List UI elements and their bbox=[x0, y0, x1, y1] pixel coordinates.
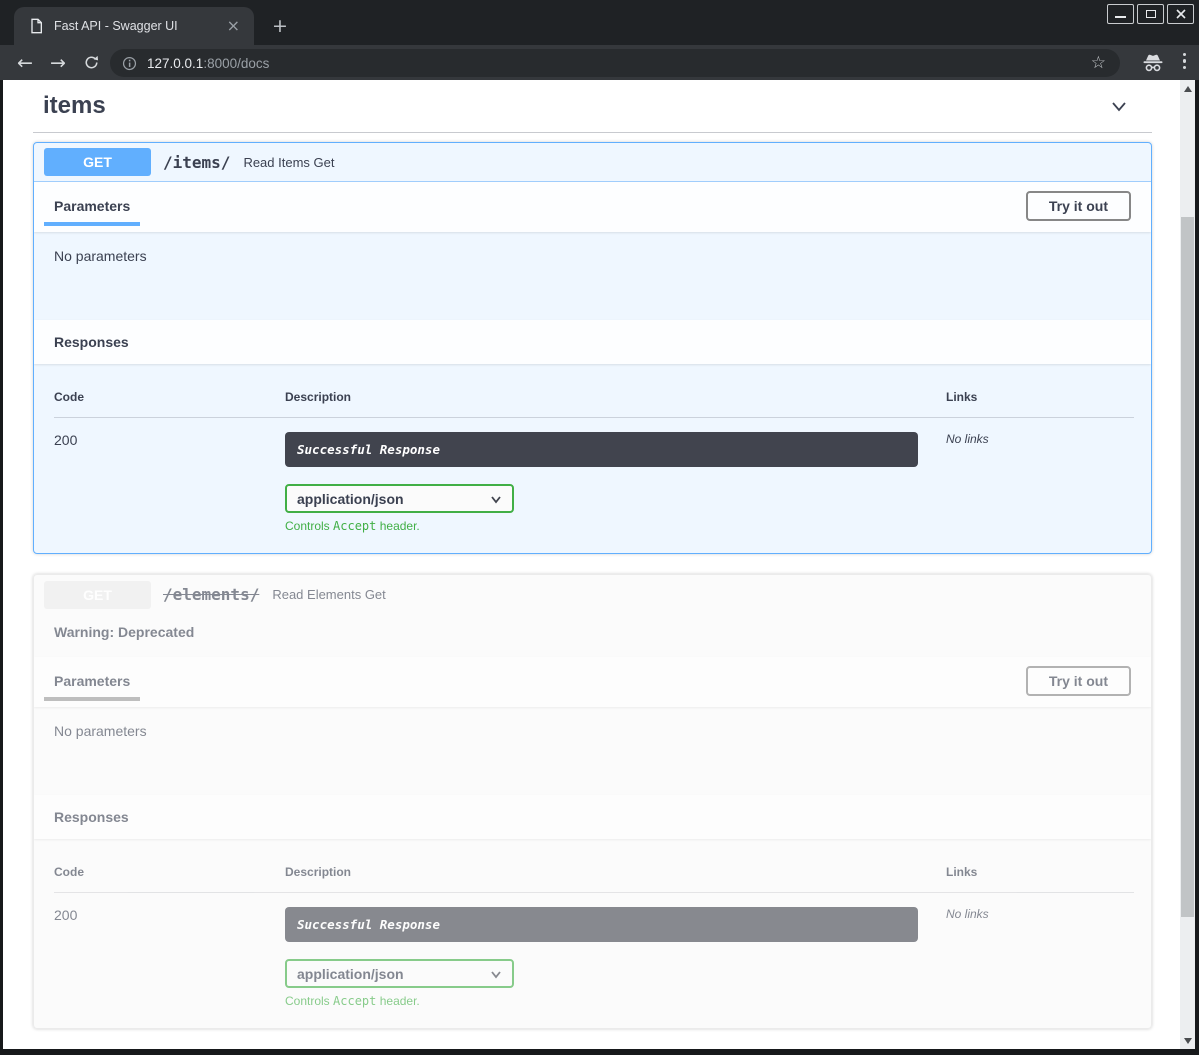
media-type-select[interactable]: application/json bbox=[285, 959, 514, 988]
endpoint-summary: Read Items Get bbox=[243, 155, 334, 170]
parameters-header: Parameters Try it out bbox=[34, 182, 1151, 232]
parameters-body: No parameters bbox=[34, 232, 1151, 320]
response-row: 200 Successful Response application/json… bbox=[54, 893, 1134, 1008]
response-links: No links bbox=[946, 432, 1134, 533]
opblock-get-elements-deprecated: GET /elements/ Read Elements Get Warning… bbox=[33, 574, 1152, 1029]
forward-button[interactable]: → bbox=[45, 45, 71, 80]
browser-menu-button[interactable] bbox=[1179, 53, 1190, 69]
page-favicon-icon bbox=[28, 18, 44, 34]
url-text: 127.0.0.1:8000/docs bbox=[147, 56, 1089, 71]
description-column-header: Description bbox=[285, 390, 946, 404]
response-description-cell: Successful Response application/json Con… bbox=[285, 907, 946, 1008]
reload-button[interactable] bbox=[78, 45, 104, 80]
accept-header-note: Controls Accept header. bbox=[285, 519, 946, 533]
back-button[interactable]: ← bbox=[12, 45, 38, 80]
window-maximize-button[interactable] bbox=[1137, 4, 1164, 24]
endpoint-path: /items/ bbox=[163, 153, 230, 172]
responses-table-header: Code Description Links bbox=[54, 865, 1134, 893]
responses-header: Responses bbox=[34, 795, 1151, 839]
deprecated-warning: Warning: Deprecated bbox=[34, 614, 1151, 657]
responses-body: Code Description Links 200 Successful Re… bbox=[34, 364, 1151, 553]
links-column-header: Links bbox=[946, 865, 1134, 879]
code-column-header: Code bbox=[54, 865, 285, 879]
description-column-header: Description bbox=[285, 865, 946, 879]
try-it-out-button[interactable]: Try it out bbox=[1026, 666, 1131, 696]
url-path: :8000/docs bbox=[203, 56, 269, 71]
endpoint-path: /elements/ bbox=[163, 585, 259, 604]
response-code: 200 bbox=[54, 907, 285, 1008]
opblock-get-items: GET /items/ Read Items Get Parameters Tr… bbox=[33, 142, 1152, 554]
scrollbar-down-arrow[interactable] bbox=[1180, 1033, 1195, 1048]
api-section-header[interactable]: items bbox=[33, 88, 1152, 133]
method-badge: GET bbox=[44, 581, 151, 609]
media-type-select[interactable]: application/json bbox=[285, 484, 514, 513]
response-description-cell: Successful Response application/json Con… bbox=[285, 432, 946, 533]
bookmark-star-icon[interactable]: ☆ bbox=[1089, 53, 1108, 73]
parameters-tab[interactable]: Parameters bbox=[44, 673, 140, 701]
browser-tab[interactable]: Fast API - Swagger UI × bbox=[14, 7, 254, 45]
minimize-icon bbox=[1115, 16, 1126, 18]
tab-title: Fast API - Swagger UI bbox=[54, 19, 223, 33]
scrollbar-up-arrow[interactable] bbox=[1180, 81, 1195, 96]
window-minimize-button[interactable] bbox=[1107, 4, 1134, 24]
close-icon bbox=[1175, 8, 1187, 20]
parameters-tab[interactable]: Parameters bbox=[44, 198, 140, 226]
select-chevron-icon bbox=[490, 493, 502, 505]
tab-close-icon[interactable]: × bbox=[223, 17, 244, 35]
page-scrollbar[interactable] bbox=[1180, 80, 1195, 1049]
response-description: Successful Response bbox=[285, 432, 918, 467]
incognito-icon[interactable] bbox=[1141, 51, 1165, 75]
try-it-out-button[interactable]: Try it out bbox=[1026, 191, 1131, 221]
chevron-down-icon[interactable] bbox=[1108, 95, 1130, 117]
accept-header-note: Controls Accept header. bbox=[285, 994, 946, 1008]
select-chevron-icon bbox=[490, 968, 502, 980]
address-bar[interactable]: 127.0.0.1:8000/docs ☆ bbox=[110, 49, 1120, 77]
responses-title: Responses bbox=[54, 809, 129, 825]
url-host: 127.0.0.1 bbox=[147, 56, 203, 71]
code-column-header: Code bbox=[54, 390, 285, 404]
scrollbar-thumb[interactable] bbox=[1181, 217, 1194, 917]
new-tab-button[interactable]: + bbox=[266, 13, 294, 39]
window-close-button[interactable] bbox=[1167, 4, 1194, 24]
no-parameters-text: No parameters bbox=[54, 248, 147, 264]
media-type-value: application/json bbox=[297, 491, 404, 507]
responses-table-header: Code Description Links bbox=[54, 390, 1134, 418]
response-row: 200 Successful Response application/json… bbox=[54, 418, 1134, 533]
browser-toolbar: ← → 127.0.0.1:8000/docs ☆ bbox=[0, 45, 1199, 80]
parameters-header: Parameters Try it out bbox=[34, 657, 1151, 707]
reload-icon bbox=[83, 54, 100, 71]
responses-header: Responses bbox=[34, 320, 1151, 364]
responses-title: Responses bbox=[54, 334, 129, 350]
maximize-icon bbox=[1146, 10, 1156, 18]
method-badge: GET bbox=[44, 148, 151, 176]
response-links: No links bbox=[946, 907, 1134, 1008]
opblock-summary[interactable]: GET /elements/ Read Elements Get bbox=[34, 575, 1151, 614]
parameters-body: No parameters bbox=[34, 707, 1151, 795]
section-title: items bbox=[43, 92, 106, 120]
no-parameters-text: No parameters bbox=[54, 723, 147, 739]
opblock-summary[interactable]: GET /items/ Read Items Get bbox=[34, 143, 1151, 182]
response-description: Successful Response bbox=[285, 907, 918, 942]
response-code: 200 bbox=[54, 432, 285, 533]
endpoint-summary: Read Elements Get bbox=[272, 587, 385, 602]
site-info-icon[interactable] bbox=[122, 56, 137, 71]
media-type-value: application/json bbox=[297, 966, 404, 982]
browser-tabstrip: Fast API - Swagger UI × + bbox=[0, 0, 1199, 45]
links-column-header: Links bbox=[946, 390, 1134, 404]
responses-body: Code Description Links 200 Successful Re… bbox=[34, 839, 1151, 1028]
web-page: items GET /items/ Read Items Get Paramet… bbox=[3, 80, 1180, 1049]
